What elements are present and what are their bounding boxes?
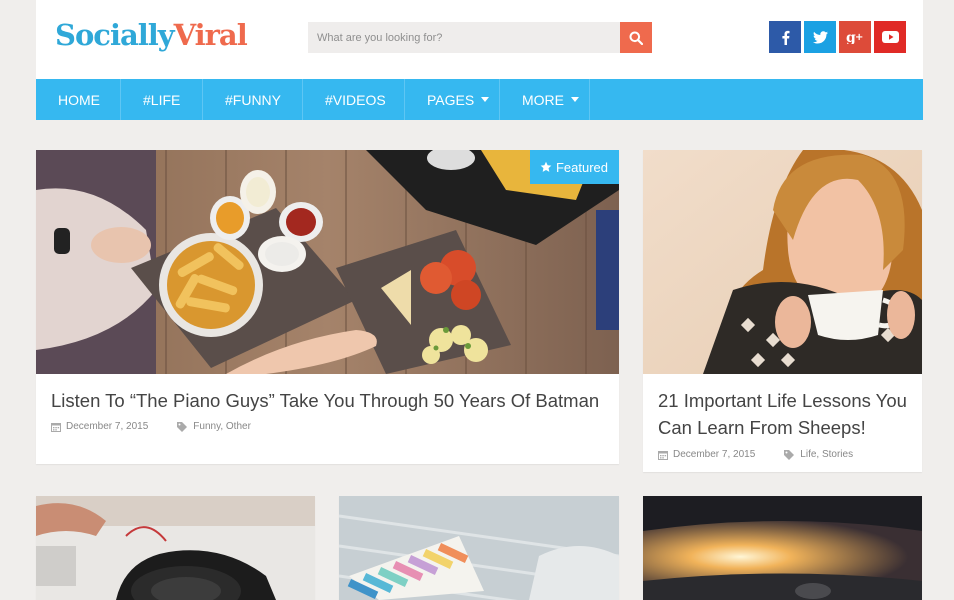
nav-item-pages[interactable]: PAGES xyxy=(405,79,500,120)
post-meta: December 7, 2015 Funny, Other xyxy=(51,421,251,432)
chevron-down-icon xyxy=(481,97,490,102)
nav-item-label: HOME xyxy=(58,91,100,108)
post-card xyxy=(339,496,619,600)
search-icon xyxy=(629,31,643,45)
search-form xyxy=(308,22,652,53)
post-date-text: December 7, 2015 xyxy=(673,449,756,460)
svg-text:+: + xyxy=(855,32,863,43)
post-thumbnail[interactable] xyxy=(643,496,922,600)
post-card: 21 Important Life Lessons You Can Learn … xyxy=(643,150,922,472)
nav-item-videos[interactable]: #VIDEOS xyxy=(303,79,405,120)
post-date-text: December 7, 2015 xyxy=(66,421,149,432)
site-header: SociallyViral g + xyxy=(36,0,923,79)
post-meta: December 7, 2015 Life, Stories xyxy=(658,449,853,460)
post-thumbnail[interactable] xyxy=(339,496,619,600)
pastels-image xyxy=(339,496,619,600)
nav-item-label: MORE xyxy=(522,91,564,108)
nav-item-home[interactable]: HOME xyxy=(36,79,121,120)
nav-item-more[interactable]: MORE xyxy=(500,79,590,120)
post-card-featured: Featured Listen To “The Piano Guys” Take… xyxy=(36,150,619,464)
featured-label: Featured xyxy=(555,159,608,175)
nav-item-label: #FUNNY xyxy=(225,91,282,108)
facebook-icon xyxy=(781,30,789,45)
star-icon xyxy=(540,161,552,172)
calendar-icon xyxy=(658,450,668,460)
nav-item-funny[interactable]: #FUNNY xyxy=(203,79,303,120)
post-title[interactable]: Listen To “The Piano Guys” Take You Thro… xyxy=(51,387,611,414)
logo-text-part1: Socially xyxy=(55,18,175,52)
social-links: g + xyxy=(769,21,906,53)
nav-item-label: #LIFE xyxy=(143,91,181,108)
search-input[interactable] xyxy=(308,22,620,53)
google-plus-icon: g + xyxy=(846,30,863,44)
twitter-button[interactable] xyxy=(804,21,836,53)
post-date: December 7, 2015 xyxy=(51,421,148,432)
post-categories-text: Life, Stories xyxy=(800,449,854,460)
sunset-car-image xyxy=(643,496,922,600)
featured-badge: Featured xyxy=(529,150,619,184)
nav-item-label: PAGES xyxy=(427,91,475,108)
twitter-icon xyxy=(812,30,828,43)
post-thumbnail[interactable] xyxy=(36,496,315,600)
post-categories[interactable]: Funny, Other xyxy=(177,421,251,432)
post-thumbnail[interactable] xyxy=(643,150,922,374)
calendar-icon xyxy=(51,422,61,432)
main-navigation: HOME #LIFE #FUNNY #VIDEOS PAGES MORE xyxy=(36,79,923,120)
post-card xyxy=(36,496,315,600)
chevron-down-icon xyxy=(571,97,579,102)
woman-coffee-image xyxy=(643,150,922,374)
nav-item-label: #VIDEOS xyxy=(325,91,386,108)
post-date: December 7, 2015 xyxy=(658,449,755,460)
search-button[interactable] xyxy=(620,22,652,53)
post-card xyxy=(643,496,922,600)
tag-icon xyxy=(784,449,795,460)
post-categories[interactable]: Life, Stories xyxy=(784,449,853,460)
post-title[interactable]: 21 Important Life Lessons You Can Learn … xyxy=(658,387,918,441)
headphones-image xyxy=(36,496,315,600)
youtube-button[interactable] xyxy=(874,21,906,53)
logo-text-part2: Viral xyxy=(173,18,248,52)
facebook-button[interactable] xyxy=(769,21,801,53)
youtube-icon xyxy=(881,31,899,43)
nav-item-life[interactable]: #LIFE xyxy=(121,79,203,120)
post-categories-text: Funny, Other xyxy=(193,421,251,432)
tag-icon xyxy=(177,421,188,432)
site-logo[interactable]: SociallyViral xyxy=(55,18,248,52)
google-plus-button[interactable]: g + xyxy=(839,21,871,53)
